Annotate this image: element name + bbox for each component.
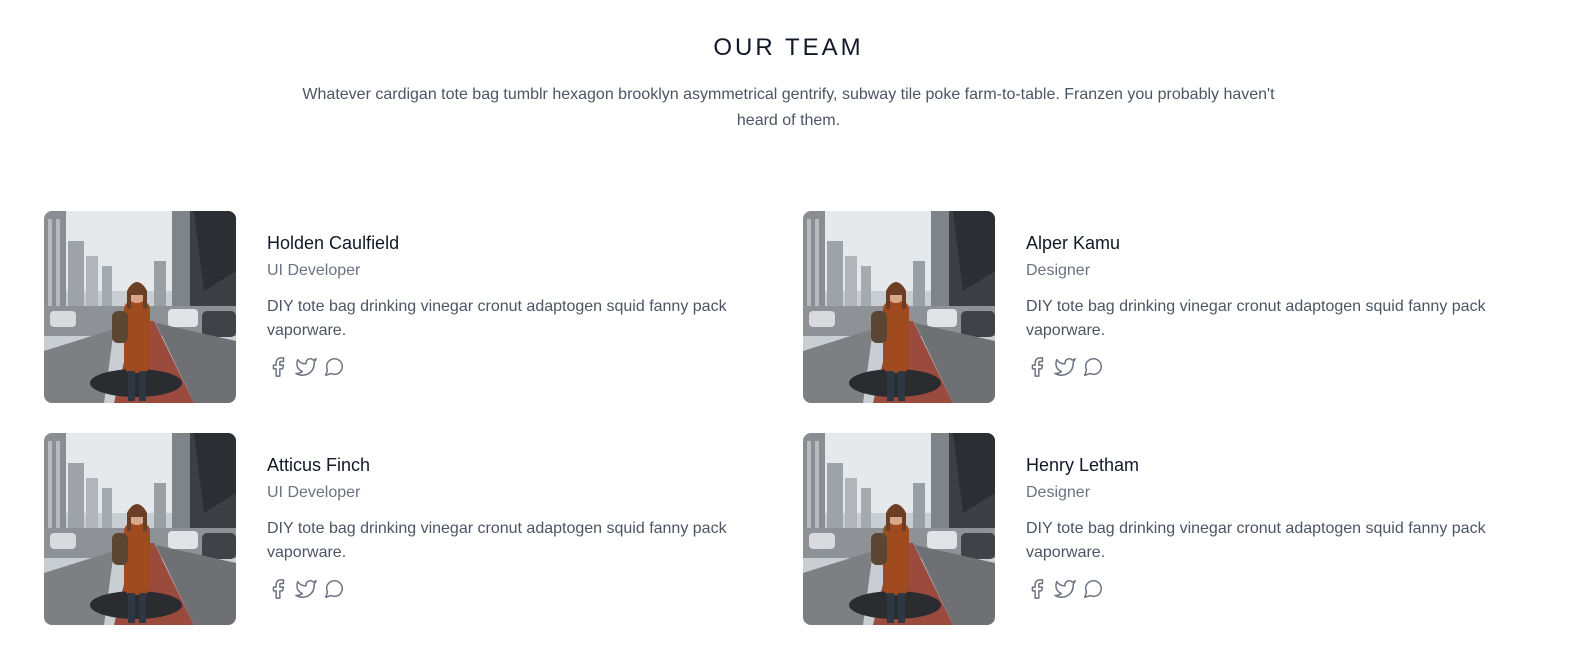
team-member-card: Holden Caulfield UI Developer DIY tote b… xyxy=(44,211,774,403)
facebook-link[interactable] xyxy=(1026,578,1048,600)
twitter-link[interactable] xyxy=(295,356,317,378)
social-links xyxy=(1026,356,1104,378)
facebook-icon xyxy=(1026,579,1048,604)
member-name: Alper Kamu xyxy=(1026,233,1121,253)
facebook-icon xyxy=(267,357,289,382)
chat-icon xyxy=(323,358,345,382)
chat-icon xyxy=(1082,358,1104,382)
social-links xyxy=(267,578,345,600)
chat-link[interactable] xyxy=(1082,578,1104,600)
member-role: UI Developer xyxy=(267,484,361,501)
member-bio: DIY tote bag drinking vinegar cronut ada… xyxy=(267,298,727,339)
team-member-card: Henry Letham Designer DIY tote bag drink… xyxy=(803,433,1533,625)
twitter-icon xyxy=(295,358,317,382)
facebook-icon xyxy=(1026,357,1048,382)
chat-link[interactable] xyxy=(323,578,345,600)
member-bio: DIY tote bag drinking vinegar cronut ada… xyxy=(1026,298,1486,339)
member-role: Designer xyxy=(1026,484,1091,501)
member-photo xyxy=(803,433,995,625)
twitter-icon xyxy=(295,580,317,604)
chat-icon xyxy=(1082,580,1104,604)
facebook-link[interactable] xyxy=(267,578,289,600)
team-member-card: Atticus Finch UI Developer DIY tote bag … xyxy=(44,433,774,625)
facebook-link[interactable] xyxy=(267,356,289,378)
member-name: Atticus Finch xyxy=(267,455,371,475)
team-member-card: Alper Kamu Designer DIY tote bag drinkin… xyxy=(803,211,1533,403)
section-title: OUR TEAM xyxy=(713,34,864,61)
twitter-link[interactable] xyxy=(1054,578,1076,600)
facebook-link[interactable] xyxy=(1026,356,1048,378)
member-role: UI Developer xyxy=(267,262,361,279)
member-name: Holden Caulfield xyxy=(267,233,400,253)
chat-link[interactable] xyxy=(1082,356,1104,378)
chat-link[interactable] xyxy=(323,356,345,378)
member-role: Designer xyxy=(1026,262,1091,279)
facebook-icon xyxy=(267,579,289,604)
twitter-link[interactable] xyxy=(295,578,317,600)
social-links xyxy=(267,356,345,378)
social-links xyxy=(1026,578,1104,600)
member-bio: DIY tote bag drinking vinegar cronut ada… xyxy=(267,520,727,561)
member-name: Henry Letham xyxy=(1026,455,1140,475)
twitter-icon xyxy=(1054,580,1076,604)
twitter-icon xyxy=(1054,358,1076,382)
member-photo xyxy=(44,433,236,625)
member-photo xyxy=(44,211,236,403)
member-photo xyxy=(803,211,995,403)
twitter-link[interactable] xyxy=(1054,356,1076,378)
member-bio: DIY tote bag drinking vinegar cronut ada… xyxy=(1026,520,1486,561)
section-description: Whatever cardigan tote bag tumblr hexago… xyxy=(302,86,1275,129)
chat-icon xyxy=(323,580,345,604)
